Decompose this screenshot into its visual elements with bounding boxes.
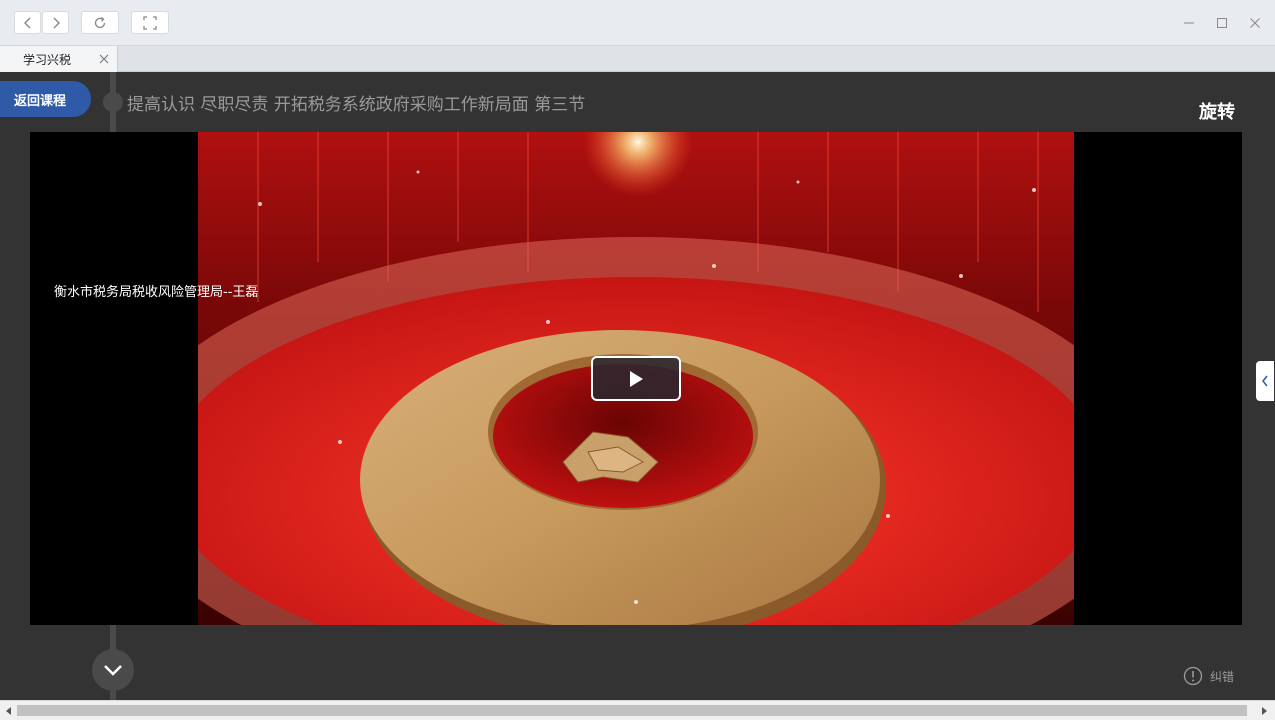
report-error-label: 纠错 xyxy=(1210,669,1235,684)
expand-timeline-button[interactable] xyxy=(92,649,134,691)
scrollbar-thumb[interactable] xyxy=(17,705,1247,716)
rotate-button[interactable]: 旋转 xyxy=(1199,98,1235,124)
side-panel-toggle[interactable] xyxy=(1256,361,1274,401)
reload-icon xyxy=(94,16,106,28)
course-player-page: 返回课程 提高认识 尽职尽责 开拓税务系统政府采购工作新局面 第三节 旋转 衡水… xyxy=(0,72,1275,700)
arrow-left-icon xyxy=(6,706,11,715)
fullscreen-button[interactable] xyxy=(131,11,169,34)
chevron-down-icon xyxy=(104,665,122,676)
scroll-right-button[interactable] xyxy=(1259,705,1269,716)
back-to-course-button[interactable]: 返回课程 xyxy=(0,81,91,117)
reload-button[interactable] xyxy=(81,11,119,34)
window-titlebar xyxy=(0,0,1275,46)
scroll-left-button[interactable] xyxy=(4,705,14,716)
maximize-icon xyxy=(1217,18,1227,28)
maximize-button[interactable] xyxy=(1213,14,1231,32)
close-icon xyxy=(1250,18,1260,28)
minimize-button[interactable] xyxy=(1180,14,1198,32)
report-error-button[interactable]: 纠错 xyxy=(1183,666,1234,686)
minimize-icon xyxy=(1184,22,1194,24)
course-title: 提高认识 尽职尽责 开拓税务系统政府采购工作新局面 第三节 xyxy=(127,95,586,115)
tab-strip: 学习兴税 xyxy=(0,46,1275,72)
tab-close-icon[interactable] xyxy=(98,53,110,65)
timeline-node xyxy=(103,92,123,112)
speaker-caption: 衡水市税务局税收风险管理局--王磊 xyxy=(54,285,259,300)
play-button[interactable] xyxy=(591,356,681,401)
chevron-right-icon xyxy=(53,17,60,28)
chevron-left-icon xyxy=(23,17,30,28)
arrow-right-icon xyxy=(1262,706,1267,715)
close-window-button[interactable] xyxy=(1246,14,1264,32)
forward-nav-button[interactable] xyxy=(42,11,69,34)
fullscreen-icon xyxy=(143,15,157,30)
video-player[interactable]: 衡水市税务局税收风险管理局--王磊 xyxy=(30,132,1242,625)
back-nav-button[interactable] xyxy=(14,11,41,34)
play-icon xyxy=(630,370,643,387)
chevron-left-icon xyxy=(1262,375,1268,387)
tab-label: 学习兴税 xyxy=(23,52,72,67)
alert-icon xyxy=(1183,666,1203,686)
tab-xuexi-xingshui[interactable]: 学习兴税 xyxy=(0,46,118,72)
horizontal-scrollbar[interactable] xyxy=(0,700,1275,720)
